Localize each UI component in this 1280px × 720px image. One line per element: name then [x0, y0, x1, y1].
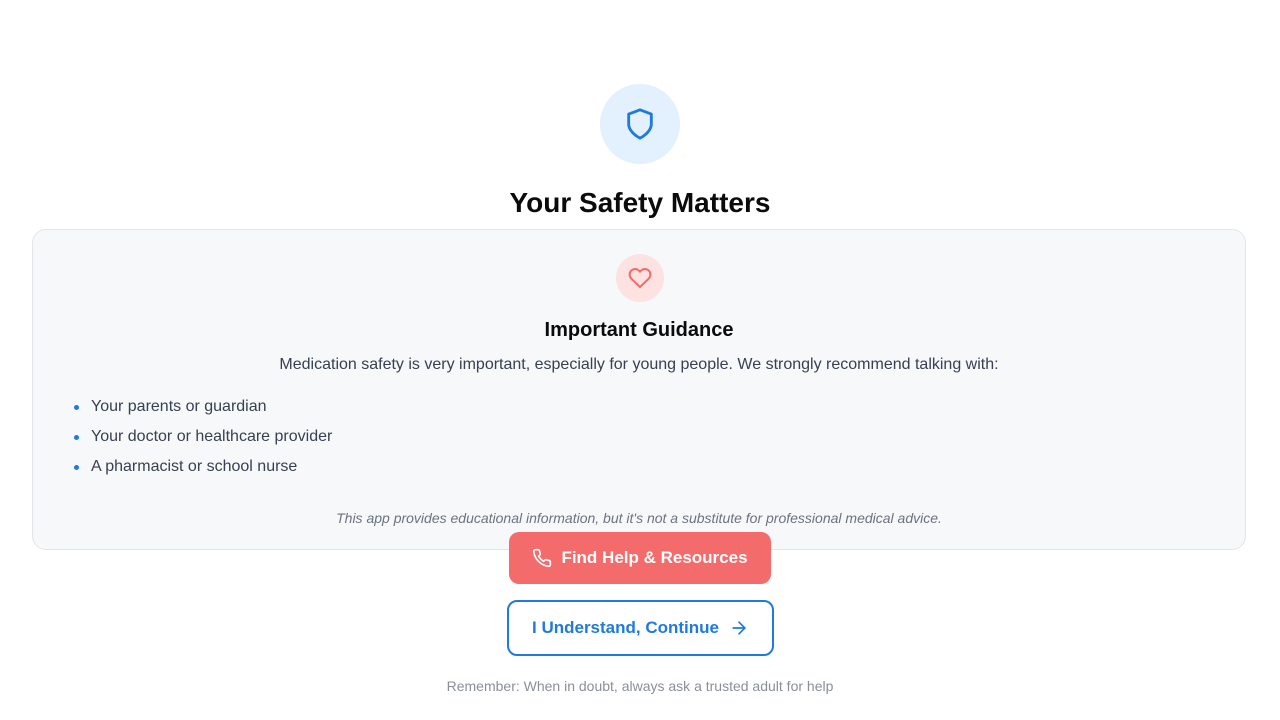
continue-label: I Understand, Continue — [532, 618, 719, 637]
list-item-label: Your parents or guardian — [91, 398, 267, 415]
heart-icon — [628, 268, 652, 288]
disclaimer: This app provides educational informatio… — [336, 510, 942, 526]
list-item-label: A pharmacist or school nurse — [91, 458, 298, 475]
page-title: Your Safety Matters — [509, 187, 771, 218]
shield-badge — [600, 84, 680, 164]
guidance-list: Your parents or guardian Your doctor or … — [73, 396, 332, 486]
heart-badge — [616, 254, 664, 302]
guidance-card: Important Guidance Medication safety is … — [32, 229, 1246, 550]
reminder-text: Remember: When in doubt, always ask a tr… — [446, 678, 834, 694]
shield-icon — [627, 108, 653, 140]
card-title: Important Guidance — [544, 319, 734, 341]
arrow-right-icon — [729, 618, 749, 638]
phone-icon — [532, 548, 552, 568]
find-help-label: Find Help & Resources — [561, 548, 748, 567]
bullet-icon — [74, 465, 79, 470]
list-item: Your doctor or healthcare provider — [73, 426, 332, 456]
bullet-icon — [74, 405, 79, 410]
list-item: Your parents or guardian — [73, 396, 332, 426]
list-item: A pharmacist or school nurse — [73, 456, 332, 486]
bullet-icon — [74, 435, 79, 440]
find-help-button[interactable]: Find Help & Resources — [509, 532, 771, 584]
continue-button[interactable]: I Understand, Continue — [507, 600, 774, 656]
list-item-label: Your doctor or healthcare provider — [91, 428, 333, 445]
card-intro: Medication safety is very important, esp… — [279, 356, 999, 373]
